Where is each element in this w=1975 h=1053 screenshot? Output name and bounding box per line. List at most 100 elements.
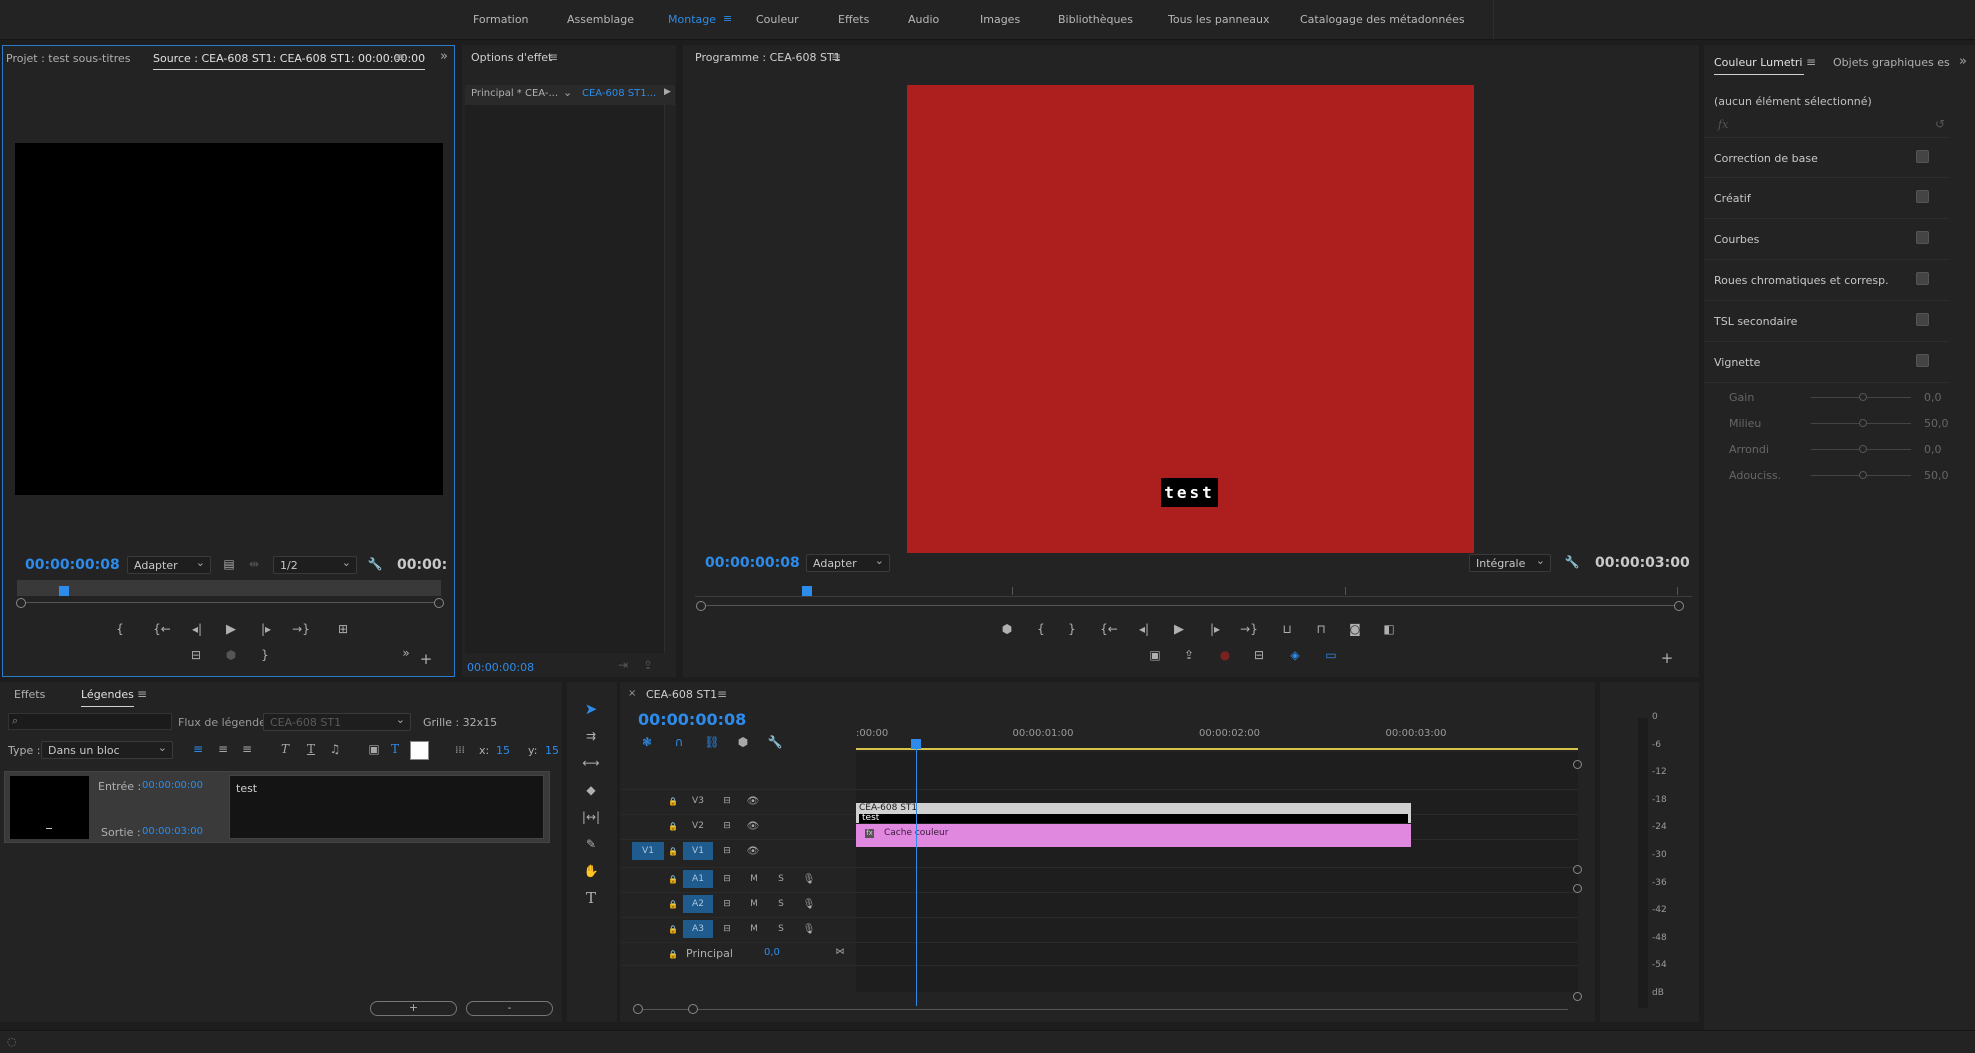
text-color-icon[interactable]: T — [387, 741, 403, 757]
caption-clip[interactable]: CEA-608 ST1 test — [856, 803, 1411, 823]
program-timecode[interactable]: 00:00:00:08 — [705, 555, 800, 571]
wrench-icon[interactable]: 🔧 — [367, 556, 383, 572]
go-to-in-icon[interactable]: {← — [1098, 618, 1120, 640]
program-playhead[interactable] — [801, 586, 812, 596]
step-forward-icon[interactable]: |▸ — [1204, 618, 1226, 640]
timeline-menu-icon[interactable]: ≡ — [715, 687, 729, 701]
slider-handle[interactable] — [1859, 419, 1867, 427]
tab-captions[interactable]: Légendes — [81, 688, 134, 707]
add-marker-icon[interactable]: ⬢ — [996, 618, 1018, 640]
tab-effects[interactable]: Effets — [14, 688, 45, 701]
effect-options-menu-icon[interactable]: ≡ — [546, 50, 560, 64]
microphone-icon[interactable]: 🎙 — [800, 870, 818, 888]
italic-icon[interactable]: T — [277, 741, 293, 757]
program-menu-icon[interactable]: ≡ — [829, 50, 843, 64]
underline-icon[interactable]: T — [303, 741, 319, 757]
track-target-button[interactable]: V2 — [683, 817, 713, 835]
multicam-icon[interactable]: ⊟ — [1248, 644, 1270, 666]
safe-margins-icon[interactable]: ▣ — [1144, 644, 1166, 666]
wrench-icon[interactable]: 🔧 — [768, 735, 783, 749]
filter-icon[interactable]: ⇥ — [615, 658, 631, 672]
mark-out-icon[interactable]: } — [1061, 618, 1083, 640]
lumetri-menu-icon[interactable]: ≡ — [1804, 55, 1818, 69]
button-editor-icon[interactable]: + — [1656, 647, 1678, 669]
position-grid-icon[interactable]: ⁞⁞⁞ — [451, 741, 469, 759]
timeline-scrollbar[interactable] — [633, 1004, 1568, 1014]
type-tool-icon[interactable]: T — [580, 887, 602, 909]
mark-out-icon[interactable]: } — [254, 644, 276, 666]
step-back-icon[interactable]: ◂| — [1133, 618, 1155, 640]
lumetri-section[interactable]: Vignette — [1704, 342, 1949, 383]
music-note-icon[interactable]: ♫ — [327, 741, 343, 757]
tab-sequence-clip[interactable]: CEA-608 ST1... — [582, 88, 656, 99]
x-value[interactable]: 15 — [496, 744, 510, 757]
chevron-down-icon[interactable]: ⌄ — [563, 86, 572, 99]
step-forward-icon[interactable]: |▸ — [255, 618, 277, 640]
menu-item[interactable]: Bibliothèques — [1058, 13, 1133, 26]
vertical-zoom-mid2[interactable] — [1573, 884, 1582, 893]
controls-overflow-icon[interactable]: » — [395, 642, 417, 664]
microphone-icon[interactable]: 🎙 — [800, 895, 818, 913]
menu-item[interactable]: Audio — [908, 13, 939, 26]
menu-item[interactable]: Couleur — [756, 13, 799, 26]
slip-tool-icon[interactable]: |↔| — [580, 806, 602, 828]
mark-in-icon[interactable]: { — [1030, 618, 1052, 640]
lift-icon[interactable]: ⊔ — [1276, 618, 1298, 640]
add-caption-button[interactable]: + — [370, 1001, 457, 1016]
go-to-out-icon[interactable]: →} — [290, 618, 312, 640]
slider-handle[interactable] — [1859, 471, 1867, 479]
record-icon[interactable]: ● — [1214, 644, 1236, 666]
source-fit-dropdown[interactable]: Adapter — [127, 555, 211, 574]
source-resolution-dropdown[interactable]: 1/2 — [273, 555, 357, 574]
sync-lock-icon[interactable]: ⊟ — [718, 817, 736, 835]
go-to-in-icon[interactable]: {← — [151, 618, 173, 640]
vertical-zoom-bottom[interactable] — [1573, 992, 1582, 1001]
tab-source[interactable]: Source : CEA-608 ST1: CEA-608 ST1: 00:00… — [153, 52, 426, 70]
menu-item[interactable]: Tous les panneaux — [1168, 13, 1270, 26]
lock-icon[interactable]: 🔒 — [664, 870, 682, 888]
wrench-icon[interactable]: 🔧 — [1564, 554, 1580, 570]
section-enable-checkbox[interactable] — [1916, 313, 1929, 326]
source-timecode[interactable]: 00:00:00:08 — [25, 557, 120, 573]
y-value[interactable]: 15 — [545, 744, 559, 757]
export-icon[interactable]: ⇪ — [640, 658, 656, 672]
safe-margins-icon[interactable]: ▤ — [222, 557, 236, 571]
mark-in-icon[interactable]: { — [109, 618, 131, 640]
play-only-icon[interactable]: ▶ — [664, 87, 671, 97]
vr-video-icon[interactable]: ◈ — [1284, 644, 1306, 666]
track-target-button[interactable]: V3 — [683, 792, 713, 810]
source-zoom-bar[interactable] — [16, 598, 444, 610]
menu-item[interactable]: Effets — [838, 13, 869, 26]
align-right-icon[interactable]: ≡ — [239, 741, 255, 757]
out-timecode[interactable]: 00:00:03:00 — [142, 826, 203, 837]
compare-view-icon[interactable]: ◧ — [1378, 618, 1400, 640]
type-dropdown[interactable]: Dans un bloc — [41, 740, 173, 759]
track-select-tool-icon[interactable]: ⇉ — [580, 725, 602, 747]
sync-lock-icon[interactable]: ⊟ — [718, 842, 736, 860]
track-target-button[interactable]: V1 — [683, 842, 713, 860]
vertical-zoom-mid[interactable] — [1573, 865, 1582, 874]
close-icon[interactable]: × — [628, 688, 636, 699]
remove-caption-button[interactable]: - — [466, 1001, 553, 1016]
menu-item[interactable]: Montage — [668, 13, 716, 26]
menu-item[interactable]: Catalogage des métadonnées — [1300, 13, 1465, 26]
sync-lock-icon[interactable]: ⊟ — [718, 895, 736, 913]
lock-icon[interactable]: 🔒 — [664, 920, 682, 938]
effect-options-timecode[interactable]: 00:00:00:08 — [467, 661, 534, 674]
lumetri-section[interactable]: Roues chromatiques et corresp. — [1704, 260, 1949, 301]
track-target-button[interactable]: A3 — [683, 920, 713, 938]
effect-options-title[interactable]: Options d'effet — [471, 51, 552, 64]
go-to-end-icon[interactable]: ⋈ — [831, 943, 849, 961]
timeline-title[interactable]: CEA-608 ST1 — [646, 688, 717, 701]
track-target-button[interactable]: A1 — [683, 870, 713, 888]
export-frame-icon[interactable]: ⇪ — [1178, 644, 1200, 666]
slider-handle[interactable] — [1859, 393, 1867, 401]
tab-essential-graphics[interactable]: Objets graphiques es — [1833, 56, 1950, 69]
source-menu-icon[interactable]: ≡ — [393, 50, 407, 64]
program-zoom-bar[interactable] — [696, 601, 1684, 613]
timeline-ruler[interactable]: :00:00 00:00:01:00 00:00:02:00 00:00:03:00 — [856, 724, 1578, 750]
sync-lock-icon[interactable]: ⊟ — [718, 920, 736, 938]
lock-icon[interactable]: 🔒 — [664, 817, 682, 835]
lumetri-section[interactable]: TSL secondaire — [1704, 301, 1949, 342]
lumetri-section[interactable]: Courbes — [1704, 219, 1949, 260]
